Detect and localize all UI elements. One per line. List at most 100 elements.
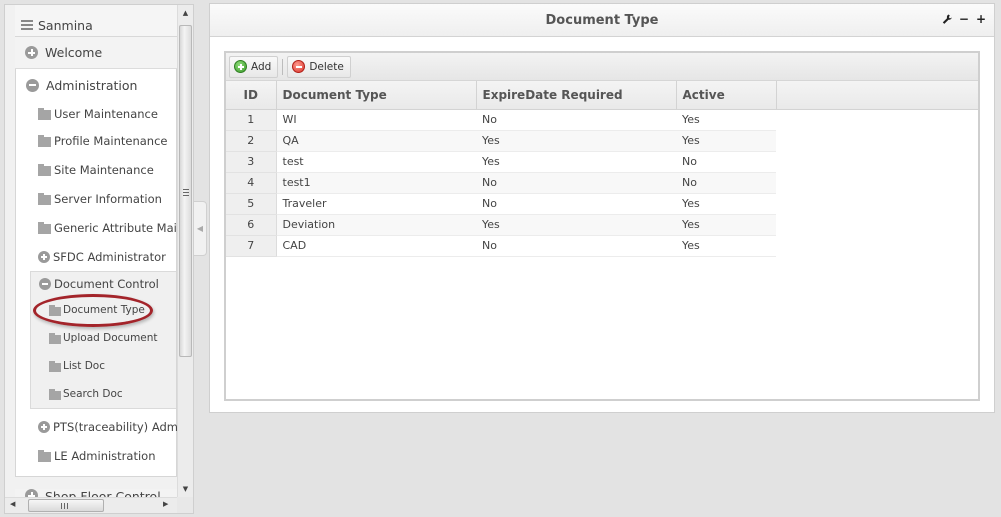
cell-document-type[interactable]: Deviation xyxy=(276,214,476,236)
table-row[interactable]: 1 WI No Yes xyxy=(226,109,978,131)
grip-icon xyxy=(61,503,69,509)
table-row[interactable]: 3 test Yes No xyxy=(226,151,978,173)
cell-document-type[interactable]: test1 xyxy=(276,172,476,194)
table-row[interactable]: 5 Traveler No Yes xyxy=(226,193,978,215)
vertical-scroll-thumb[interactable] xyxy=(179,25,192,357)
folder-icon xyxy=(38,192,51,205)
sidebar-item-upload-document[interactable]: Upload Document xyxy=(31,324,176,352)
add-button[interactable]: Add xyxy=(229,55,279,78)
sidebar-section-administration[interactable]: Administration xyxy=(15,69,177,101)
panel-tools: − + xyxy=(942,12,986,26)
cell-id[interactable]: 6 xyxy=(226,214,277,236)
scroll-down-arrow-icon[interactable]: ▼ xyxy=(178,481,193,497)
sidebar-item-le-administration[interactable]: LE Administration xyxy=(16,441,176,470)
sidebar-item-list-doc[interactable]: List Doc xyxy=(31,352,176,380)
section-label: Administration xyxy=(46,77,138,93)
cell-active[interactable]: No xyxy=(676,151,776,173)
scroll-left-arrow-icon[interactable]: ◀ xyxy=(10,500,15,508)
cell-document-type[interactable]: QA xyxy=(276,130,476,152)
cell-id[interactable]: 5 xyxy=(226,193,277,215)
sidebar-root[interactable]: Sanmina xyxy=(15,5,177,37)
vertical-scrollbar[interactable]: ▲ ▼ xyxy=(177,5,193,497)
document-type-panel: Document Type − + Add Delete ID Document… xyxy=(209,3,995,413)
cell-expiredate-required[interactable]: No xyxy=(476,172,676,194)
table-row[interactable]: 2 QA Yes Yes xyxy=(226,130,978,152)
cell-active[interactable]: Yes xyxy=(676,235,776,257)
sidebar-item-sfdc-administrator[interactable]: SFDC Administrator xyxy=(16,242,176,271)
sidebar-item-generic-attribute-maintenance[interactable]: Generic Attribute Mair xyxy=(16,213,177,242)
minus-circle-icon xyxy=(39,278,51,290)
sidebar-item-pts-administration[interactable]: PTS(traceability) Admir xyxy=(16,412,177,441)
item-label: User Maintenance xyxy=(54,106,158,121)
sidebar-root-label: Sanmina xyxy=(38,17,93,33)
cell-expiredate-required[interactable]: Yes xyxy=(476,214,676,236)
wrench-icon[interactable] xyxy=(942,14,952,25)
sidebar-item-profile-maintenance[interactable]: Profile Maintenance xyxy=(16,126,176,155)
sidebar-item-document-control[interactable]: Document Control xyxy=(31,272,176,296)
document-type-grid: Add Delete ID Document Type ExpireDate R… xyxy=(224,51,980,401)
cell-active[interactable]: Yes xyxy=(676,130,776,152)
table-row[interactable]: 4 test1 No No xyxy=(226,172,978,194)
sidebar-collapse-handle[interactable]: ◀ xyxy=(194,201,207,256)
cell-document-type[interactable]: WI xyxy=(276,109,476,131)
column-header-active[interactable]: Active xyxy=(676,81,777,110)
cell-document-type[interactable]: CAD xyxy=(276,235,476,257)
section-label: Welcome xyxy=(45,45,103,60)
delete-button[interactable]: Delete xyxy=(287,55,351,78)
sidebar-navigation: Sanmina Welcome Administration User Main… xyxy=(4,4,194,514)
administration-items: User Maintenance Profile Maintenance Sit… xyxy=(15,101,177,477)
document-type-table: ID Document Type ExpireDate Required Act… xyxy=(226,81,978,257)
horizontal-scrollbar[interactable]: ◀ ▶ xyxy=(5,497,177,513)
folder-icon xyxy=(38,221,51,234)
minimize-icon[interactable]: − xyxy=(959,12,969,26)
item-label: Generic Attribute Mair xyxy=(54,220,177,235)
cell-expiredate-required[interactable]: Yes xyxy=(476,151,676,173)
cell-id[interactable]: 3 xyxy=(226,151,277,173)
cell-document-type[interactable]: test xyxy=(276,151,476,173)
sidebar-item-server-information[interactable]: Server Information xyxy=(16,184,176,213)
table-row[interactable]: 7 CAD No Yes xyxy=(226,235,978,257)
sidebar-section-welcome[interactable]: Welcome xyxy=(15,37,177,69)
cell-id[interactable]: 2 xyxy=(226,130,277,152)
cell-id[interactable]: 7 xyxy=(226,235,277,257)
cell-id[interactable]: 4 xyxy=(226,172,277,194)
cell-document-type[interactable]: Traveler xyxy=(276,193,476,215)
sidebar-item-site-maintenance[interactable]: Site Maintenance xyxy=(16,155,176,184)
cell-active[interactable]: Yes xyxy=(676,109,776,131)
column-header-id[interactable]: ID xyxy=(226,81,277,110)
cell-expiredate-required[interactable]: No xyxy=(476,193,676,215)
section-label: Shop Floor Control xyxy=(45,489,161,497)
table-row[interactable]: 6 Deviation Yes Yes xyxy=(226,214,978,236)
sidebar-item-document-type[interactable]: Document Type xyxy=(31,294,176,327)
plus-circle-icon xyxy=(25,489,38,497)
sidebar-section-shop-floor-control[interactable]: Shop Floor Control xyxy=(15,489,177,497)
horizontal-scroll-thumb[interactable] xyxy=(28,499,104,512)
item-label: Document Control xyxy=(54,277,159,291)
folder-icon xyxy=(38,107,51,120)
folder-icon xyxy=(49,304,61,316)
table-header-row: ID Document Type ExpireDate Required Act… xyxy=(226,81,978,110)
sidebar-item-search-doc[interactable]: Search Doc xyxy=(31,380,176,408)
column-header-document-type[interactable]: Document Type xyxy=(276,81,477,110)
scrollbar-corner xyxy=(177,497,193,513)
cell-expiredate-required[interactable]: No xyxy=(476,109,676,131)
cell-expiredate-required[interactable]: Yes xyxy=(476,130,676,152)
item-label: SFDC Administrator xyxy=(53,249,166,264)
item-label: List Doc xyxy=(63,360,105,372)
plus-circle-icon xyxy=(25,46,38,59)
cell-active[interactable]: Yes xyxy=(676,214,776,236)
cell-expiredate-required[interactable]: No xyxy=(476,235,676,257)
item-label: Upload Document xyxy=(63,332,158,344)
cell-active[interactable]: No xyxy=(676,172,776,194)
sidebar-item-user-maintenance[interactable]: User Maintenance xyxy=(16,101,176,126)
column-header-expiredate-required[interactable]: ExpireDate Required xyxy=(476,81,677,110)
cell-active[interactable]: Yes xyxy=(676,193,776,215)
folder-icon xyxy=(38,163,51,176)
maximize-icon[interactable]: + xyxy=(976,12,986,26)
item-label: Site Maintenance xyxy=(54,162,154,177)
plus-circle-icon xyxy=(38,250,50,263)
cell-id[interactable]: 1 xyxy=(226,109,277,131)
scroll-up-arrow-icon[interactable]: ▲ xyxy=(178,5,193,21)
table-body: 1 WI No Yes 2 QA Yes Yes 3 test Yes No 4 test1 No No 5 Tr… xyxy=(226,109,978,257)
scroll-right-arrow-icon[interactable]: ▶ xyxy=(163,500,168,508)
